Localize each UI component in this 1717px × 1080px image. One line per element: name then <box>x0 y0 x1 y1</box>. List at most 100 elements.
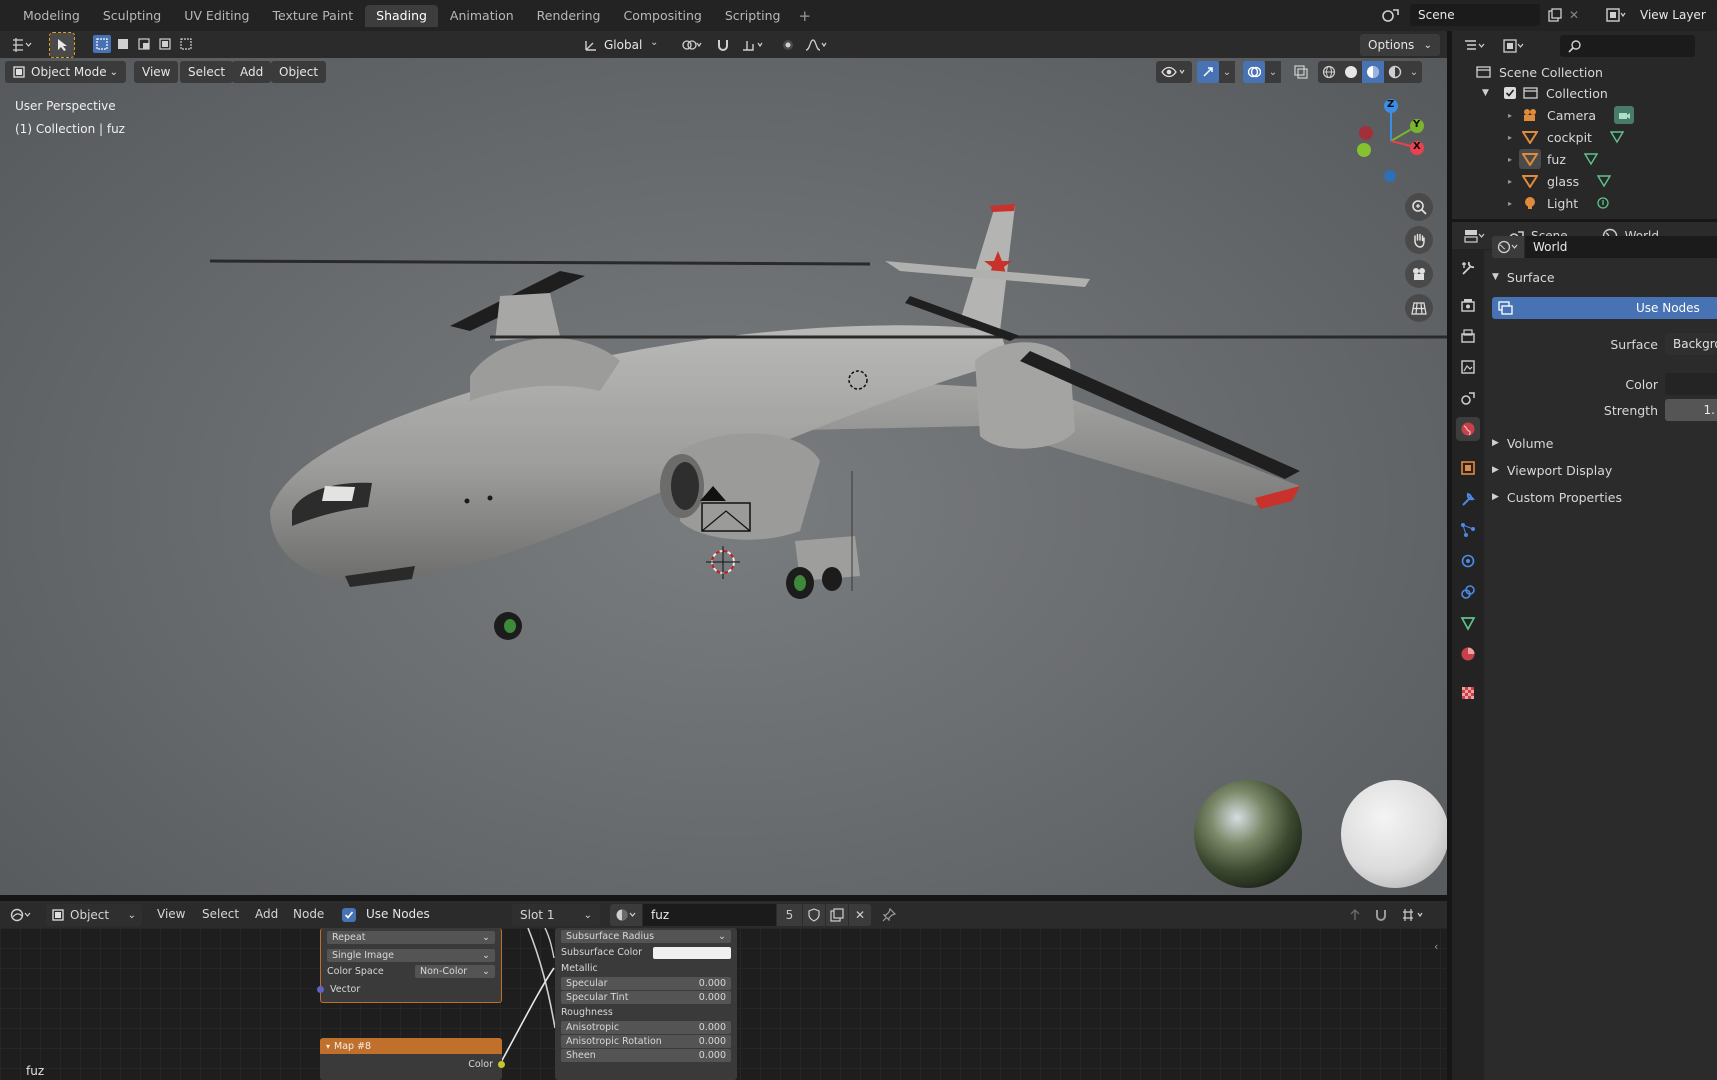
node-snap-icon[interactable] <box>1370 904 1392 926</box>
select-invert-icon[interactable] <box>156 35 174 53</box>
mode-dropdown[interactable]: Object Mode ⌄ <box>5 61 126 83</box>
area-divider[interactable] <box>0 895 1447 900</box>
rendered-shading-icon[interactable] <box>1384 61 1406 83</box>
tab-modeling[interactable]: Modeling <box>12 5 91 27</box>
principled-bsdf-node[interactable]: Subsurface Radius ⌄ Subsurface Color Meta… <box>555 928 737 1080</box>
select-intersect-icon[interactable] <box>177 35 195 53</box>
pan-hand-icon[interactable] <box>1405 226 1433 254</box>
view-menu[interactable]: View <box>134 61 179 83</box>
node-snap-target-icon[interactable] <box>1396 904 1432 926</box>
tab-texture-paint[interactable]: Texture Paint <box>261 5 364 27</box>
collection-checkbox[interactable] <box>1504 87 1516 99</box>
wireframe-shading-icon[interactable] <box>1318 61 1340 83</box>
tab-sculpting[interactable]: Sculpting <box>92 5 172 27</box>
node-add-menu[interactable]: Add <box>255 907 278 921</box>
area-divider[interactable] <box>1452 219 1717 222</box>
ortho-grid-icon[interactable] <box>1405 294 1433 322</box>
expand-arrow-icon[interactable]: ▼ <box>1482 88 1496 98</box>
vector-socket[interactable] <box>317 986 324 993</box>
material-user-count[interactable]: 5 <box>777 904 802 926</box>
physics-tab-icon[interactable] <box>1456 549 1480 573</box>
view-layer-field[interactable]: View Layer <box>1632 4 1717 26</box>
outliner-collection[interactable]: ▼ Collection <box>1482 82 1608 104</box>
overlays-icon[interactable] <box>1243 61 1265 83</box>
properties-editor-icon[interactable] <box>1460 225 1490 247</box>
snap-target-icon[interactable] <box>736 34 772 56</box>
expand-arrow-icon[interactable]: ▸ <box>1508 199 1522 208</box>
sidebar-toggle-arrow-icon[interactable]: ‹ <box>1434 940 1438 953</box>
outliner-item-light[interactable]: ▸ Light <box>1508 192 1610 214</box>
outliner-editor-icon[interactable] <box>1460 35 1490 57</box>
select-extend-icon[interactable] <box>114 35 132 53</box>
tab-animation[interactable]: Animation <box>439 5 525 27</box>
subsurface-method-dropdown[interactable]: Subsurface Radius ⌄ <box>561 930 731 943</box>
transform-orientation-icon[interactable] <box>580 34 602 56</box>
use-nodes-button[interactable]: Use Nodes <box>1492 297 1717 319</box>
anisotropic-field[interactable]: Anisotropic 0.000 <box>561 1021 731 1034</box>
tab-rendering[interactable]: Rendering <box>526 5 612 27</box>
select-menu[interactable]: Select <box>180 61 234 83</box>
visibility-eye-icon[interactable] <box>1156 61 1192 83</box>
xray-icon[interactable] <box>1290 61 1312 83</box>
modifier-wrench-icon[interactable] <box>1456 487 1480 511</box>
parent-node-tree-icon[interactable] <box>1344 904 1366 926</box>
texture-tab-icon[interactable] <box>1456 681 1480 705</box>
outliner-item-cockpit[interactable]: ▸ cockpit <box>1508 126 1624 148</box>
node-node-menu[interactable]: Node <box>293 907 324 921</box>
select-subtract-icon[interactable] <box>135 35 153 53</box>
volume-panel-header[interactable]: ▶ Volume <box>1492 432 1553 454</box>
duplicate-material-icon[interactable] <box>826 904 848 926</box>
select-tool-icon[interactable] <box>49 32 75 58</box>
surface-panel-header[interactable]: ▼ Surface <box>1492 266 1555 288</box>
render-tab-icon[interactable] <box>1456 293 1480 317</box>
shader-editor-icon[interactable] <box>6 904 36 926</box>
3d-viewport[interactable]: User Perspective (1) Collection | fuz Z … <box>0 31 1447 895</box>
anisotropic-rotation-field[interactable]: Anisotropic Rotation 0.000 <box>561 1035 731 1048</box>
scene-tab-icon[interactable] <box>1456 386 1480 410</box>
display-mode-icon[interactable] <box>1498 35 1530 57</box>
pivot-point-icon[interactable] <box>676 34 708 56</box>
map-node[interactable]: ▾ Map #8 Color <box>320 1038 505 1080</box>
constraints-tab-icon[interactable] <box>1456 580 1480 604</box>
color-space-dropdown[interactable]: Non-Color ⌄ <box>415 965 495 978</box>
slot-dropdown[interactable]: Slot 1 ⌄ <box>512 904 600 926</box>
tab-uv-editing[interactable]: UV Editing <box>173 5 260 27</box>
specular-tint-field[interactable]: Specular Tint 0.000 <box>561 991 731 1004</box>
area-divider[interactable] <box>1447 31 1452 1080</box>
outliner-scene-collection[interactable]: Scene Collection <box>1476 61 1603 83</box>
material-tab-icon[interactable] <box>1456 642 1480 666</box>
extension-dropdown[interactable]: Repeat ⌄ <box>327 931 495 944</box>
world-tab-icon[interactable] <box>1456 417 1480 441</box>
shader-type-dropdown[interactable]: Object ⌄ <box>46 904 142 926</box>
material-preview-icon[interactable] <box>1362 61 1384 83</box>
add-workspace-icon[interactable]: + <box>798 7 811 25</box>
tab-scripting[interactable]: Scripting <box>714 5 792 27</box>
projection-dropdown[interactable]: Single Image ⌄ <box>327 949 495 962</box>
node-view-menu[interactable]: View <box>157 907 185 921</box>
solid-shading-icon[interactable] <box>1340 61 1362 83</box>
navigation-gizmo[interactable]: Z Y X <box>1355 97 1435 187</box>
material-name-field[interactable]: fuz <box>643 904 776 926</box>
add-menu[interactable]: Add <box>232 61 272 83</box>
viewport-display-panel-header[interactable]: ▶ Viewport Display <box>1492 459 1612 481</box>
outliner-item-camera[interactable]: ▸ Camera <box>1508 104 1635 126</box>
output-tab-icon[interactable] <box>1456 324 1480 348</box>
scene-name-field[interactable]: Scene <box>1410 4 1540 26</box>
object-tab-icon[interactable] <box>1456 456 1480 480</box>
camera-data-icon[interactable] <box>1614 106 1635 124</box>
pin-icon[interactable] <box>878 904 900 926</box>
node-editor-canvas[interactable]: Repeat ⌄ Single Image ⌄ Color Space Non-Co… <box>0 928 1447 1080</box>
collapse-arrow-icon[interactable]: ▾ <box>326 1042 330 1051</box>
scene-icon[interactable] <box>1375 4 1407 26</box>
world-browse-icon[interactable] <box>1492 236 1524 258</box>
falloff-curve-icon[interactable] <box>800 34 832 56</box>
camera-view-icon[interactable] <box>1405 260 1433 288</box>
strength-field[interactable]: 1. <box>1665 399 1717 421</box>
tool-settings-tab-icon[interactable] <box>1456 256 1480 280</box>
proportional-edit-icon[interactable] <box>778 34 798 56</box>
chevron-down-icon[interactable]: ⌄ <box>1265 61 1281 83</box>
outliner-item-fuz[interactable]: ▸ fuz <box>1508 148 1598 170</box>
snap-magnet-icon[interactable] <box>712 34 734 56</box>
object-menu[interactable]: Object <box>271 61 327 83</box>
outliner-search-input[interactable] <box>1560 35 1695 57</box>
